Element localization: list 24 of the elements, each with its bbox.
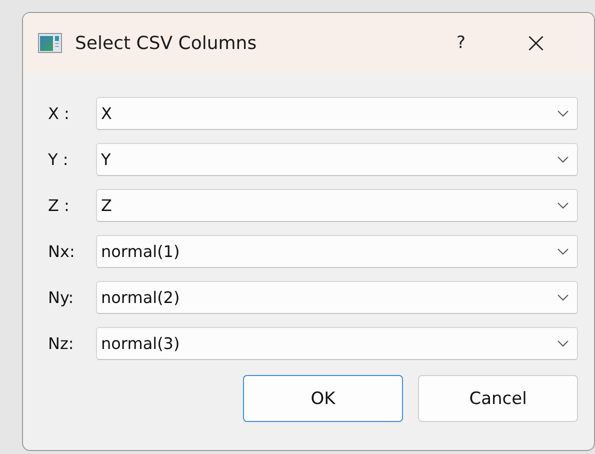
- chevron-down-icon: [557, 294, 569, 301]
- chevron-down-icon: [557, 202, 569, 209]
- field-label: Y :: [48, 150, 70, 169]
- window-title: Select CSV Columns: [75, 32, 257, 54]
- cancel-button[interactable]: Cancel: [418, 375, 578, 422]
- field-label: Nx:: [48, 242, 76, 261]
- close-button[interactable]: ×: [524, 29, 548, 57]
- column-dropdown[interactable]: normal(2): [96, 281, 578, 314]
- chevron-down-icon: [557, 156, 569, 163]
- column-dropdown[interactable]: normal(3): [96, 327, 578, 360]
- field-label: Ny:: [48, 288, 75, 307]
- field-label: Nz:: [48, 334, 75, 353]
- column-dropdown[interactable]: X: [96, 97, 578, 130]
- app-icon: [38, 33, 62, 53]
- help-button[interactable]: ?: [451, 33, 471, 53]
- chevron-down-icon: [557, 110, 569, 117]
- field-label: Z :: [48, 196, 70, 215]
- ok-button[interactable]: OK: [243, 375, 403, 422]
- column-dropdown[interactable]: normal(1): [96, 235, 578, 268]
- field-label: X :: [48, 104, 70, 123]
- column-dropdown[interactable]: Y: [96, 143, 578, 176]
- chevron-down-icon: [557, 340, 569, 347]
- column-dropdown[interactable]: Z: [96, 189, 578, 222]
- chevron-down-icon: [557, 248, 569, 255]
